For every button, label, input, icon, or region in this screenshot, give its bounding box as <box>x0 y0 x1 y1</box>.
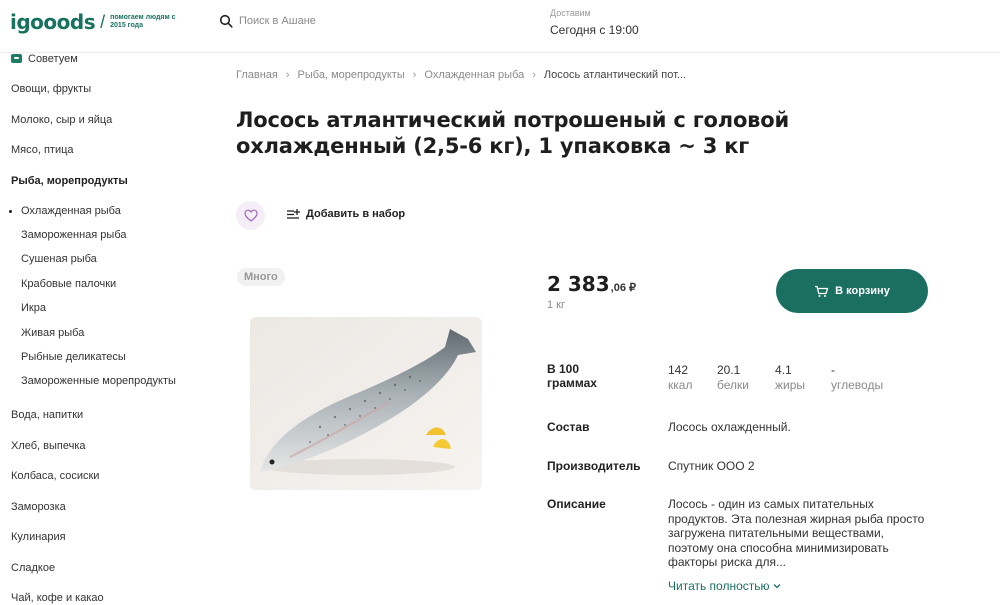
sidebar-item-drinks[interactable]: Вода, напитки <box>11 409 83 421</box>
sidebar-item-meat[interactable]: Мясо, птица <box>11 144 74 156</box>
nutrition-value: 142 <box>668 363 689 377</box>
sidebar-subitem-label: Охлажденная рыба <box>21 205 121 217</box>
chevron-down-icon <box>773 584 780 589</box>
sidebar-subitem-dried-fish[interactable]: Сушеная рыба <box>21 253 97 265</box>
sidebar-subitem-chilled-fish[interactable]: Охлажденная рыба <box>9 205 121 217</box>
read-more-link[interactable]: Читать полностью <box>668 579 781 593</box>
nutrition-label: В 100 граммах <box>547 362 597 390</box>
nutrition-fat: 4.1 жиры <box>775 363 805 393</box>
logo[interactable]: igooods / помогаем людям с 2015 года <box>10 10 180 34</box>
description-label: Описание <box>547 497 606 511</box>
add-to-set-label: Добавить в набор <box>306 208 406 220</box>
product-title: Лосось атлантический потрошеный с голово… <box>236 108 790 158</box>
product-image[interactable] <box>250 317 482 490</box>
price: 2 383 ,06 ₽ <box>547 272 636 296</box>
nutrition-value: 4.1 <box>775 363 792 377</box>
sidebar-item-bread[interactable]: Хлеб, выпечка <box>11 440 86 452</box>
add-to-cart-label: В корзину <box>835 285 890 297</box>
sidebar-subitem-frozen-seafood[interactable]: Замороженные морепродукты <box>21 375 176 387</box>
stock-badge: Много <box>237 268 285 286</box>
nutrition-unit: ккал <box>668 378 693 392</box>
price-unit: 1 кг <box>547 299 565 311</box>
delivery-time: Сегодня с 19:00 <box>550 23 639 37</box>
search-bar[interactable]: Поиск в Ашане <box>219 14 316 28</box>
producer-label: Производитель <box>547 459 641 473</box>
breadcrumb: Главная › Рыба, морепродукты › Охлажденн… <box>236 69 686 81</box>
composition-label: Состав <box>547 420 590 434</box>
sidebar-item-sweets[interactable]: Сладкое <box>11 562 55 574</box>
delivery-label: Доставим <box>550 8 591 18</box>
active-marker <box>9 210 12 213</box>
sidebar-item-frozen[interactable]: Заморозка <box>11 501 66 513</box>
delivery-info[interactable]: Доставим Сегодня с 19:00 <box>550 8 639 37</box>
advice-icon <box>11 54 22 63</box>
sidebar-item-sausages[interactable]: Колбаса, сосиски <box>11 470 99 482</box>
composition-value: Лосось охлажденный. <box>668 420 791 434</box>
nutrition-unit: жиры <box>775 378 806 392</box>
sidebar-item-label: Советуем <box>28 53 78 65</box>
cart-icon <box>815 285 829 297</box>
nutrition-protein: 20.1 белки <box>717 363 749 393</box>
nutrition-kcal: 142 ккал <box>668 363 692 393</box>
header: igooods / помогаем людям с 2015 года Пои… <box>0 0 1000 53</box>
nutrition-value: - <box>831 363 835 377</box>
logo-divider: / <box>100 11 106 32</box>
breadcrumb-fish[interactable]: Рыба, морепродукты <box>298 69 405 81</box>
read-more-label: Читать полностью <box>668 579 770 593</box>
logo-tagline: помогаем людям с 2015 года <box>110 14 176 29</box>
breadcrumb-current: Лосось атлантический пот... <box>543 69 687 81</box>
sidebar-item-fish[interactable]: Рыба, морепродукты <box>11 175 128 187</box>
favorite-button[interactable] <box>236 201 265 230</box>
salmon-image <box>250 317 482 490</box>
producer-value: Спутник ООО 2 <box>668 459 755 473</box>
sidebar-subitem-frozen-fish[interactable]: Замороженная рыба <box>21 229 127 241</box>
sidebar-subitem-live-fish[interactable]: Живая рыба <box>21 327 84 339</box>
logo-wordmark: igooods <box>10 10 96 34</box>
nutrition-carbs: - углеводы <box>831 363 883 393</box>
search-input[interactable]: Поиск в Ашане <box>239 15 316 27</box>
search-icon <box>219 14 233 28</box>
breadcrumb-chevron-icon: › <box>285 69 290 81</box>
sidebar-subitem-crab-sticks[interactable]: Крабовые палочки <box>21 278 116 290</box>
breadcrumb-chevron-icon: › <box>532 69 536 81</box>
nutrition-value: 20.1 <box>717 363 741 377</box>
sidebar-item-cooking[interactable]: Кулинария <box>11 531 66 543</box>
description-text: Лосось - один из самых питательных проду… <box>668 497 925 569</box>
heart-icon <box>243 209 258 222</box>
breadcrumb-chilled-fish[interactable]: Охлажденная рыба <box>424 69 524 81</box>
sidebar-item-tea-coffee[interactable]: Чай, кофе и какао <box>11 592 104 604</box>
add-to-cart-button[interactable]: В корзину <box>776 269 928 313</box>
sidebar-item-vegetables[interactable]: Овощи, фрукты <box>11 83 91 95</box>
sidebar-item-dairy[interactable]: Молоко, сыр и яйца <box>11 114 112 126</box>
price-kopecks: ,06 ₽ <box>610 282 636 294</box>
sidebar-subitem-caviar[interactable]: Икра <box>21 302 46 314</box>
sidebar-subitem-fish-delicacies[interactable]: Рыбные деликатесы <box>21 351 126 363</box>
nutrition-unit: белки <box>717 378 749 392</box>
price-rubles: 2 383 <box>547 272 610 296</box>
sidebar-item-advice[interactable]: Советуем <box>11 53 78 65</box>
add-to-set-button[interactable]: Добавить в набор <box>286 208 405 220</box>
add-to-set-icon <box>287 209 300 219</box>
breadcrumb-home[interactable]: Главная <box>236 69 278 81</box>
nutrition-unit: углеводы <box>831 378 884 392</box>
breadcrumb-chevron-icon: › <box>412 69 417 81</box>
